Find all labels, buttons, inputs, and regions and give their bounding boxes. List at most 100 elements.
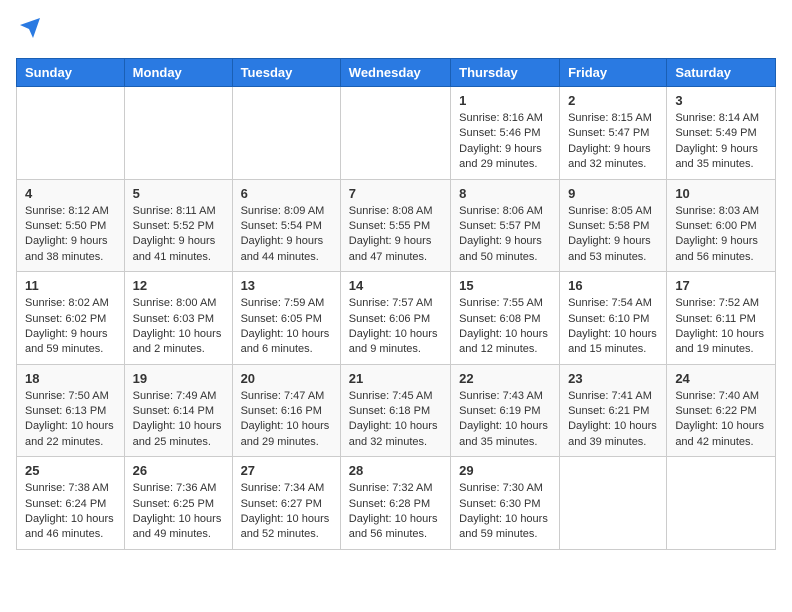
weekday-header-thursday: Thursday xyxy=(451,59,560,87)
day-info: Sunrise: 7:55 AM Sunset: 6:08 PM Dayligh… xyxy=(459,296,551,358)
day-info: Sunrise: 7:38 AM Sunset: 6:24 PM Dayligh… xyxy=(25,481,116,543)
day-number: 27 xyxy=(241,463,332,478)
calendar-cell: 29 Sunrise: 7:30 AM Sunset: 6:30 PM Dayli… xyxy=(451,457,560,550)
day-info: Sunrise: 8:06 AM Sunset: 5:57 PM Dayligh… xyxy=(459,204,551,266)
calendar-cell: 7 Sunrise: 8:08 AM Sunset: 5:55 PM Daylig… xyxy=(340,179,450,272)
calendar-cell xyxy=(667,457,776,550)
day-number: 18 xyxy=(25,371,116,386)
day-number: 7 xyxy=(349,186,442,201)
day-info: Sunrise: 8:02 AM Sunset: 6:02 PM Dayligh… xyxy=(25,296,116,358)
day-info: Sunrise: 8:11 AM Sunset: 5:52 PM Dayligh… xyxy=(133,204,224,266)
day-info: Sunrise: 8:15 AM Sunset: 5:47 PM Dayligh… xyxy=(568,111,658,173)
day-number: 20 xyxy=(241,371,332,386)
calendar-cell: 28 Sunrise: 7:32 AM Sunset: 6:28 PM Dayli… xyxy=(340,457,450,550)
calendar-cell xyxy=(17,87,125,180)
day-number: 13 xyxy=(241,278,332,293)
weekday-header-wednesday: Wednesday xyxy=(340,59,450,87)
day-number: 22 xyxy=(459,371,551,386)
day-info: Sunrise: 8:16 AM Sunset: 5:46 PM Dayligh… xyxy=(459,111,551,173)
day-number: 2 xyxy=(568,93,658,108)
calendar-cell: 5 Sunrise: 8:11 AM Sunset: 5:52 PM Daylig… xyxy=(124,179,232,272)
day-number: 9 xyxy=(568,186,658,201)
weekday-header-saturday: Saturday xyxy=(667,59,776,87)
day-number: 28 xyxy=(349,463,442,478)
day-number: 17 xyxy=(675,278,767,293)
calendar-cell: 27 Sunrise: 7:34 AM Sunset: 6:27 PM Dayli… xyxy=(232,457,340,550)
calendar-cell: 6 Sunrise: 8:09 AM Sunset: 5:54 PM Daylig… xyxy=(232,179,340,272)
calendar-cell: 16Sunrise: 7:54 AM Sunset: 6:10 PM Dayli… xyxy=(560,272,667,365)
day-number: 11 xyxy=(25,278,116,293)
calendar-cell: 15 Sunrise: 7:55 AM Sunset: 6:08 PM Dayli… xyxy=(451,272,560,365)
calendar-cell: 11 Sunrise: 8:02 AM Sunset: 6:02 PM Dayli… xyxy=(17,272,125,365)
calendar-cell xyxy=(340,87,450,180)
calendar-cell: 23 Sunrise: 7:41 AM Sunset: 6:21 PM Dayli… xyxy=(560,364,667,457)
calendar-cell: 18 Sunrise: 7:50 AM Sunset: 6:13 PM Dayli… xyxy=(17,364,125,457)
calendar-cell: 21 Sunrise: 7:45 AM Sunset: 6:18 PM Dayli… xyxy=(340,364,450,457)
day-info: Sunrise: 7:32 AM Sunset: 6:28 PM Dayligh… xyxy=(349,481,442,543)
day-info: Sunrise: 7:47 AM Sunset: 6:16 PM Dayligh… xyxy=(241,389,332,451)
day-number: 19 xyxy=(133,371,224,386)
calendar-week-row: 1 Sunrise: 8:16 AM Sunset: 5:46 PM Daylig… xyxy=(17,87,776,180)
day-info: Sunrise: 7:49 AM Sunset: 6:14 PM Dayligh… xyxy=(133,389,224,451)
day-info: Sunrise: 7:36 AM Sunset: 6:25 PM Dayligh… xyxy=(133,481,224,543)
calendar-header-row: SundayMondayTuesdayWednesdayThursdayFrid… xyxy=(17,59,776,87)
day-info: Sunrise: 8:09 AM Sunset: 5:54 PM Dayligh… xyxy=(241,204,332,266)
day-info: Sunrise: 7:52 AM Sunset: 6:11 PM Dayligh… xyxy=(675,296,767,358)
day-number: 6 xyxy=(241,186,332,201)
calendar-cell: 26 Sunrise: 7:36 AM Sunset: 6:25 PM Dayli… xyxy=(124,457,232,550)
logo xyxy=(16,16,42,46)
day-info: Sunrise: 8:12 AM Sunset: 5:50 PM Dayligh… xyxy=(25,204,116,266)
day-info: Sunrise: 7:43 AM Sunset: 6:19 PM Dayligh… xyxy=(459,389,551,451)
weekday-header-sunday: Sunday xyxy=(17,59,125,87)
calendar-cell: 4 Sunrise: 8:12 AM Sunset: 5:50 PM Daylig… xyxy=(17,179,125,272)
day-number: 26 xyxy=(133,463,224,478)
calendar-week-row: 11 Sunrise: 8:02 AM Sunset: 6:02 PM Dayli… xyxy=(17,272,776,365)
day-info: Sunrise: 7:45 AM Sunset: 6:18 PM Dayligh… xyxy=(349,389,442,451)
day-number: 15 xyxy=(459,278,551,293)
calendar-cell: 8 Sunrise: 8:06 AM Sunset: 5:57 PM Daylig… xyxy=(451,179,560,272)
calendar-cell xyxy=(124,87,232,180)
day-info: Sunrise: 7:30 AM Sunset: 6:30 PM Dayligh… xyxy=(459,481,551,543)
day-number: 4 xyxy=(25,186,116,201)
day-number: 8 xyxy=(459,186,551,201)
calendar-cell: 20 Sunrise: 7:47 AM Sunset: 6:16 PM Dayli… xyxy=(232,364,340,457)
weekday-header-tuesday: Tuesday xyxy=(232,59,340,87)
day-number: 23 xyxy=(568,371,658,386)
day-number: 5 xyxy=(133,186,224,201)
calendar-cell: 12Sunrise: 8:00 AM Sunset: 6:03 PM Dayli… xyxy=(124,272,232,365)
calendar-cell: 2 Sunrise: 8:15 AM Sunset: 5:47 PM Daylig… xyxy=(560,87,667,180)
calendar-body: 1 Sunrise: 8:16 AM Sunset: 5:46 PM Daylig… xyxy=(17,87,776,550)
day-info: Sunrise: 7:54 AM Sunset: 6:10 PM Dayligh… xyxy=(568,296,658,358)
page-header xyxy=(16,16,776,46)
calendar-cell xyxy=(232,87,340,180)
day-info: Sunrise: 7:50 AM Sunset: 6:13 PM Dayligh… xyxy=(25,389,116,451)
calendar-cell: 17 Sunrise: 7:52 AM Sunset: 6:11 PM Dayli… xyxy=(667,272,776,365)
calendar-cell: 19 Sunrise: 7:49 AM Sunset: 6:14 PM Dayli… xyxy=(124,364,232,457)
day-number: 10 xyxy=(675,186,767,201)
day-info: Sunrise: 7:40 AM Sunset: 6:22 PM Dayligh… xyxy=(675,389,767,451)
calendar-cell: 3 Sunrise: 8:14 AM Sunset: 5:49 PM Daylig… xyxy=(667,87,776,180)
day-info: Sunrise: 8:14 AM Sunset: 5:49 PM Dayligh… xyxy=(675,111,767,173)
day-info: Sunrise: 7:41 AM Sunset: 6:21 PM Dayligh… xyxy=(568,389,658,451)
day-info: Sunrise: 8:03 AM Sunset: 6:00 PM Dayligh… xyxy=(675,204,767,266)
day-number: 25 xyxy=(25,463,116,478)
day-number: 29 xyxy=(459,463,551,478)
day-number: 21 xyxy=(349,371,442,386)
day-info: Sunrise: 7:57 AM Sunset: 6:06 PM Dayligh… xyxy=(349,296,442,358)
weekday-header-friday: Friday xyxy=(560,59,667,87)
day-info: Sunrise: 8:00 AM Sunset: 6:03 PM Dayligh… xyxy=(133,296,224,358)
calendar-cell: 25 Sunrise: 7:38 AM Sunset: 6:24 PM Dayli… xyxy=(17,457,125,550)
day-number: 1 xyxy=(459,93,551,108)
calendar-cell: 22 Sunrise: 7:43 AM Sunset: 6:19 PM Dayli… xyxy=(451,364,560,457)
day-info: Sunrise: 8:08 AM Sunset: 5:55 PM Dayligh… xyxy=(349,204,442,266)
calendar-week-row: 4 Sunrise: 8:12 AM Sunset: 5:50 PM Daylig… xyxy=(17,179,776,272)
day-info: Sunrise: 7:34 AM Sunset: 6:27 PM Dayligh… xyxy=(241,481,332,543)
day-info: Sunrise: 7:59 AM Sunset: 6:05 PM Dayligh… xyxy=(241,296,332,358)
day-number: 24 xyxy=(675,371,767,386)
weekday-header-monday: Monday xyxy=(124,59,232,87)
calendar-cell xyxy=(560,457,667,550)
calendar-cell: 1 Sunrise: 8:16 AM Sunset: 5:46 PM Daylig… xyxy=(451,87,560,180)
day-number: 14 xyxy=(349,278,442,293)
day-number: 3 xyxy=(675,93,767,108)
calendar-cell: 14 Sunrise: 7:57 AM Sunset: 6:06 PM Dayli… xyxy=(340,272,450,365)
